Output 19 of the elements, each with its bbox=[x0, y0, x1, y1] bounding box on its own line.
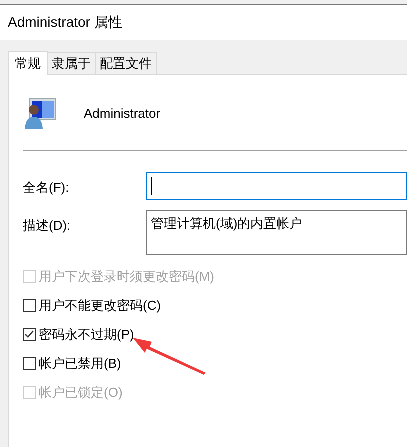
tab[interactable]: 常规 bbox=[8, 51, 48, 75]
user-name: Administrator bbox=[84, 104, 161, 123]
description-field[interactable]: 管理计算机(域)的内置帐户 bbox=[146, 210, 407, 255]
user-computer-icon bbox=[24, 96, 58, 130]
check-icon bbox=[24, 329, 35, 340]
checkbox-label: 帐户已锁定(O) bbox=[39, 384, 123, 402]
checkbox-label: 密码永不过期(P) bbox=[39, 326, 134, 344]
checkbox[interactable] bbox=[23, 299, 36, 312]
field-label: 全名(F): bbox=[23, 179, 70, 197]
field-label: 描述(D): bbox=[23, 217, 72, 235]
window-title: Administrator 属性 bbox=[8, 13, 122, 32]
tab[interactable]: 配置文件 bbox=[96, 52, 157, 74]
tab[interactable]: 隶属于 bbox=[48, 52, 96, 74]
checkbox[interactable] bbox=[23, 357, 36, 370]
full-name-field[interactable] bbox=[146, 172, 407, 200]
checkbox-label: 用户下次登录时须更改密码(M) bbox=[39, 268, 214, 286]
checkbox-label: 帐户已禁用(B) bbox=[39, 354, 122, 373]
checkbox-label: 用户不能更改密码(C) bbox=[39, 296, 162, 315]
checkbox[interactable] bbox=[23, 328, 36, 341]
